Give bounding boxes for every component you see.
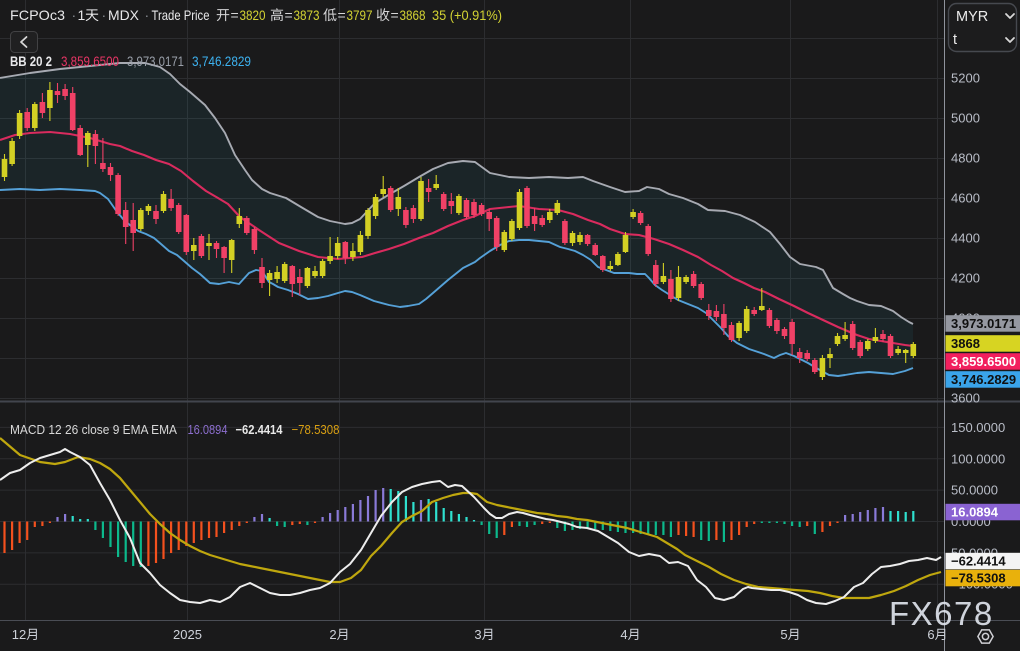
svg-text:·: · — [72, 7, 77, 23]
svg-text:4800: 4800 — [951, 151, 980, 166]
svg-text:35 (+0.91%): 35 (+0.91%) — [432, 7, 502, 23]
svg-text:3,973.0171: 3,973.0171 — [951, 316, 1016, 331]
svg-text:MDX: MDX — [108, 7, 140, 23]
svg-text:−78.5308: −78.5308 — [292, 422, 340, 437]
svg-text:16.0894: 16.0894 — [188, 422, 228, 437]
svg-text:3873: 3873 — [294, 7, 320, 23]
svg-text:3820: 3820 — [240, 7, 266, 23]
svg-text:4200: 4200 — [951, 271, 980, 286]
svg-text:=: = — [231, 7, 239, 23]
svg-text:MACD 12 26 close 9 EMA EMA: MACD 12 26 close 9 EMA EMA — [10, 422, 177, 437]
svg-text:3868: 3868 — [400, 7, 426, 23]
svg-text:FCPOc3: FCPOc3 — [10, 7, 65, 23]
svg-text:t: t — [953, 32, 957, 48]
svg-text:16.0894: 16.0894 — [951, 505, 999, 520]
svg-text:Trade Price: Trade Price — [152, 7, 210, 23]
svg-text:3,859.6500: 3,859.6500 — [951, 354, 1016, 369]
svg-text:3,746.2829: 3,746.2829 — [951, 372, 1016, 387]
svg-text:·: · — [145, 7, 150, 23]
svg-text:5000: 5000 — [951, 111, 980, 126]
svg-text:5: 5 — [780, 627, 787, 642]
svg-text:=: = — [391, 7, 399, 23]
svg-text:−62.4414: −62.4414 — [236, 422, 284, 437]
svg-text:=: = — [285, 7, 293, 23]
svg-text:3,746.2829: 3,746.2829 — [192, 53, 251, 69]
svg-text:1: 1 — [78, 7, 86, 23]
svg-text:12: 12 — [12, 627, 26, 642]
svg-text:BB 20 2: BB 20 2 — [10, 53, 52, 69]
svg-text:=: = — [338, 7, 346, 23]
svg-text:·: · — [102, 7, 107, 23]
svg-text:50.0000: 50.0000 — [951, 483, 998, 498]
svg-text:3868: 3868 — [951, 336, 980, 351]
svg-text:FX678: FX678 — [889, 595, 994, 632]
svg-text:MYR: MYR — [956, 9, 988, 25]
svg-text:4600: 4600 — [951, 191, 980, 206]
svg-text:2025: 2025 — [173, 627, 202, 642]
svg-text:4: 4 — [620, 627, 627, 642]
svg-text:3,859.6500: 3,859.6500 — [61, 53, 119, 69]
svg-text:150.0000: 150.0000 — [951, 420, 1005, 435]
svg-text:100.0000: 100.0000 — [951, 451, 1005, 466]
svg-text:3600: 3600 — [951, 391, 980, 406]
svg-text:3797: 3797 — [347, 7, 373, 23]
svg-text:3: 3 — [474, 627, 481, 642]
svg-text:4400: 4400 — [951, 231, 980, 246]
svg-text:−62.4414: −62.4414 — [951, 554, 1006, 569]
svg-text:−78.5308: −78.5308 — [951, 571, 1006, 586]
svg-text:3,973.0171: 3,973.0171 — [127, 53, 184, 69]
svg-text:2: 2 — [329, 627, 336, 642]
svg-text:5200: 5200 — [951, 71, 980, 86]
